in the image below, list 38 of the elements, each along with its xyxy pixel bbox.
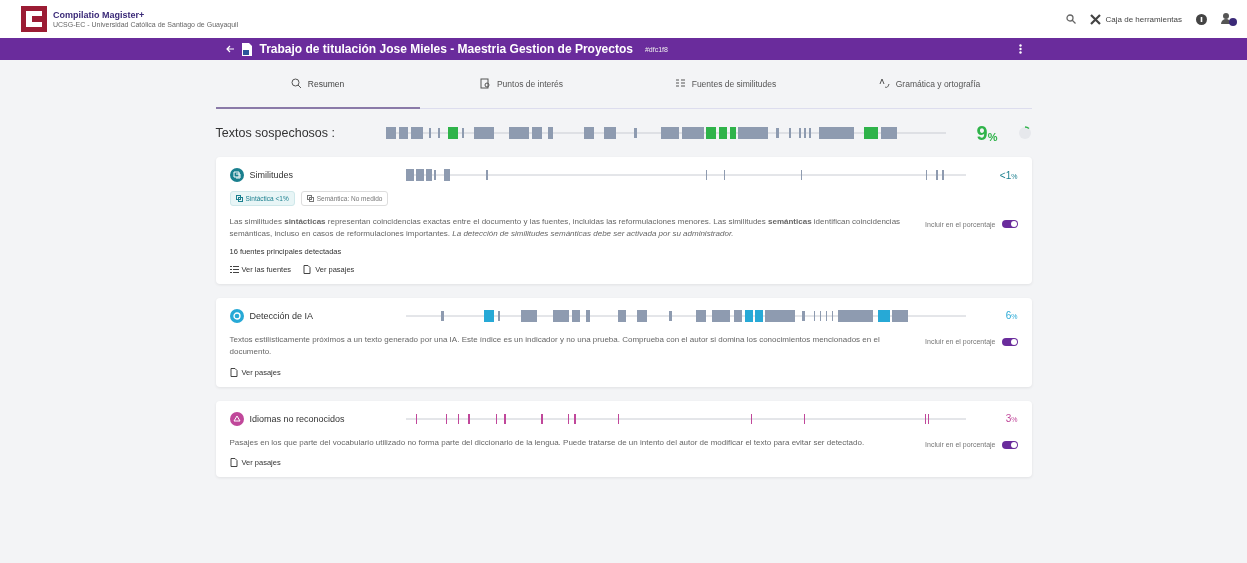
percent-sign: % — [987, 131, 998, 143]
include-toggle[interactable] — [1001, 220, 1018, 228]
include-toggle[interactable] — [1001, 440, 1018, 449]
tab-icon — [878, 78, 890, 89]
tab-icon — [674, 78, 686, 89]
tab-icon — [479, 78, 491, 89]
similarity-score: 9 — [976, 121, 988, 145]
help-icon[interactable] — [1196, 13, 1207, 25]
document-icon — [229, 457, 239, 467]
tools-icon — [1089, 13, 1101, 25]
search-icon[interactable] — [1065, 14, 1076, 24]
toolbox-button[interactable]: Caja de herramientas — [1089, 13, 1182, 25]
list-icon — [229, 264, 239, 274]
user-icon[interactable] — [1221, 12, 1237, 26]
tab[interactable]: Fuentes de similitudes — [623, 60, 828, 109]
tab[interactable]: Puntos de interés — [419, 60, 624, 109]
copy-icon — [306, 195, 314, 202]
app-title: Compilatio Magister+ — [53, 10, 146, 20]
tab[interactable]: Resumen — [215, 60, 420, 109]
section-title: Similitudes — [249, 170, 294, 180]
back-arrow-icon[interactable] — [225, 45, 234, 53]
word-document-icon — [241, 42, 252, 56]
progress-ring-icon — [1017, 126, 1032, 140]
tab-icon — [290, 78, 302, 89]
document-icon — [303, 264, 313, 274]
copy-icon — [235, 195, 243, 202]
document-title: Trabajo de titulación Jose Mieles - Maestria Gestion de Proyectos — [259, 42, 633, 56]
logo-icon — [21, 6, 47, 32]
kebab-menu-icon[interactable] — [1018, 44, 1022, 54]
document-icon — [229, 367, 239, 377]
section-title: Detección de IA — [249, 310, 315, 321]
section-description: Textos estilísticamente próximos a un texto generado por una IA. Este índice es un indicador y no una prueba. Comprueba con el autor si domina los conocimientos mencionados en el documento. — [229, 333, 881, 359]
section-description: Pasajes en los que parte del vocabulario utilizado no forma parte del diccionario de la lengua. Puede tratarse de un intento del autor de modificar el texto para evitar ser detectado. — [229, 436, 866, 449]
tab[interactable]: Gramática y ortografía — [827, 60, 1032, 109]
include-toggle[interactable] — [1001, 337, 1018, 346]
section-description: Las similitudes sintácticas representan coincidencias exactas entre el documento y las fuentes, incluidas las reformulaciones menores. Las similitudes semánticas identifican coincidencias semánticas, incluso en casos de reformulaciones importantes. La detección de similitudes semánticas debe ser activada por su administrador. — [229, 216, 902, 241]
section-title: Idiomas no reconocidos — [249, 413, 346, 424]
suspicious-texts-label: Textos sospechosos : — [215, 126, 336, 140]
